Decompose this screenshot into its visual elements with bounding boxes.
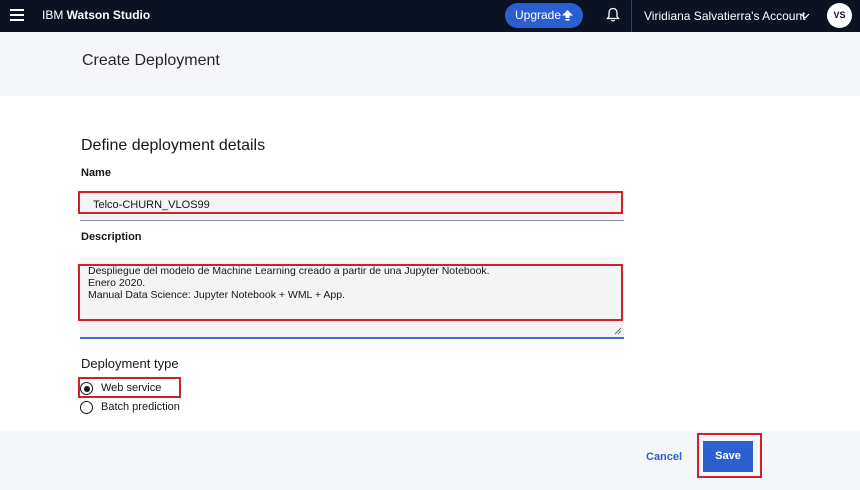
resize-grip-icon[interactable] <box>614 327 622 335</box>
radio-batch-prediction[interactable]: Batch prediction <box>80 400 190 416</box>
radio-unchecked-icon <box>80 401 93 414</box>
name-input[interactable] <box>93 199 593 211</box>
chevron-down-icon <box>800 13 810 19</box>
radio-web-service-label: Web service <box>101 382 162 394</box>
brand-name: Watson Studio <box>66 8 151 22</box>
brand-prefix: IBM <box>42 8 67 22</box>
menu-icon[interactable] <box>10 9 24 22</box>
avatar[interactable]: VS <box>827 3 852 28</box>
name-field <box>80 193 624 221</box>
radio-batch-prediction-label: Batch prediction <box>101 401 180 413</box>
account-label: Viridiana Salvatierra's Account <box>644 9 806 23</box>
deployment-type-label: Deployment type <box>81 356 179 371</box>
name-label: Name <box>81 167 111 179</box>
radio-checked-icon <box>80 382 93 395</box>
account-switcher[interactable]: Viridiana Salvatierra's Account <box>644 9 810 23</box>
app-title[interactable]: IBM Watson Studio <box>42 8 150 22</box>
save-button[interactable]: Save <box>703 441 753 472</box>
top-navigation-bar: IBM Watson Studio Upgrade Viridiana Salv… <box>0 0 860 32</box>
upgrade-label: Upgrade <box>515 8 562 22</box>
page-title: Create Deployment <box>82 52 220 69</box>
section-title: Define deployment details <box>81 137 266 154</box>
description-textarea[interactable]: Despliegue del modelo de Machine Learnin… <box>88 265 608 327</box>
page-header: Create Deployment <box>0 32 860 96</box>
upgrade-button[interactable]: Upgrade <box>505 3 583 28</box>
description-label: Description <box>81 231 142 243</box>
cancel-button[interactable]: Cancel <box>646 451 682 463</box>
bell-icon[interactable] <box>606 7 620 23</box>
header-divider <box>631 0 632 32</box>
description-field: Despliegue del modelo de Machine Learnin… <box>80 257 624 339</box>
radio-web-service[interactable]: Web service <box>80 381 180 397</box>
upgrade-arrow-icon <box>562 10 573 21</box>
